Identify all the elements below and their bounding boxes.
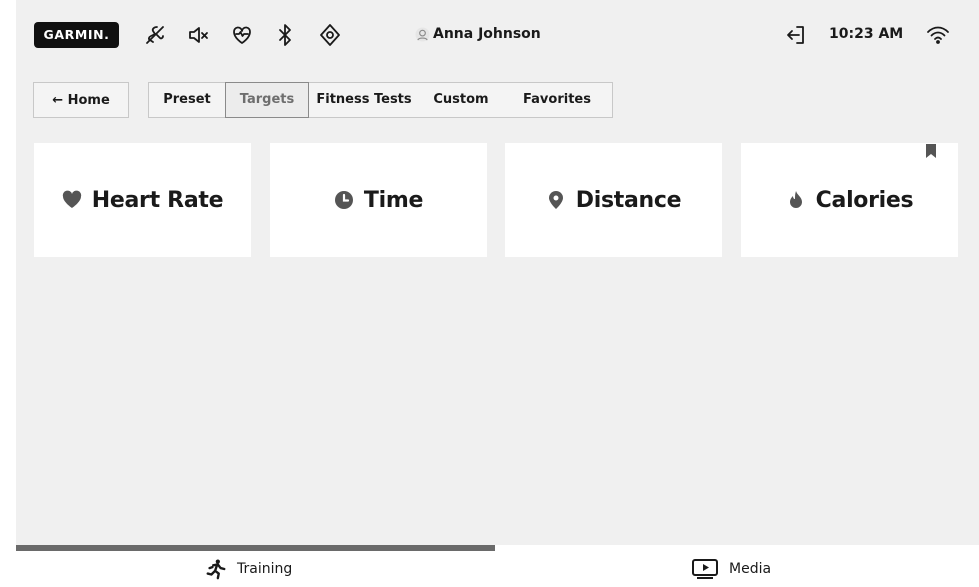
- bottom-tab-label: Media: [729, 561, 772, 577]
- bottom-tab-training[interactable]: Training: [205, 551, 292, 587]
- tab-favorites[interactable]: Favorites: [503, 83, 611, 117]
- status-bar: GARMIN. Anna Johnson 10:23 AM: [16, 0, 979, 70]
- location-pin-icon: [546, 190, 566, 210]
- home-button[interactable]: ← Home: [33, 82, 129, 118]
- heart-icon: [62, 190, 82, 210]
- bookmark-icon[interactable]: [925, 143, 937, 158]
- user-name[interactable]: Anna Johnson: [433, 26, 541, 42]
- heart-monitor-icon[interactable]: [230, 23, 254, 47]
- card-calories[interactable]: Calories: [741, 143, 958, 257]
- card-label: Time: [363, 187, 424, 213]
- home-button-label: ← Home: [52, 92, 110, 108]
- card-heart-rate[interactable]: Heart Rate: [34, 143, 251, 257]
- sensor-icon[interactable]: [318, 23, 342, 47]
- tab-targets[interactable]: Targets: [225, 82, 309, 118]
- card-label: Distance: [575, 187, 682, 213]
- card-time[interactable]: Time: [270, 143, 487, 257]
- no-motion-icon[interactable]: [143, 23, 167, 47]
- tab-custom[interactable]: Custom: [419, 83, 503, 117]
- bluetooth-icon[interactable]: [273, 23, 297, 47]
- app-screen: GARMIN. Anna Johnson 10:23 AM ← Home Pre…: [16, 0, 979, 587]
- runner-icon: [205, 558, 227, 580]
- tab-fitness-tests[interactable]: Fitness Tests: [309, 83, 419, 117]
- avatar[interactable]: [415, 27, 430, 42]
- bottom-tab-label: Training: [237, 561, 293, 577]
- tab-bar: Preset Targets Fitness Tests Custom Favo…: [148, 82, 613, 118]
- tab-preset[interactable]: Preset: [149, 83, 225, 117]
- bottom-nav: Training Media: [16, 545, 979, 587]
- bottom-tab-media[interactable]: Media: [691, 551, 771, 587]
- volume-off-icon[interactable]: [187, 23, 211, 47]
- card-label: Calories: [815, 187, 914, 213]
- wifi-icon[interactable]: [926, 23, 950, 47]
- clock: 10:23 AM: [829, 26, 904, 42]
- clock-icon: [334, 190, 354, 210]
- flame-icon: [786, 190, 806, 210]
- card-label: Heart Rate: [91, 187, 224, 213]
- sign-out-icon[interactable]: [784, 23, 808, 47]
- play-screen-icon: [691, 558, 719, 580]
- garmin-logo: GARMIN.: [34, 22, 119, 48]
- card-distance[interactable]: Distance: [505, 143, 722, 257]
